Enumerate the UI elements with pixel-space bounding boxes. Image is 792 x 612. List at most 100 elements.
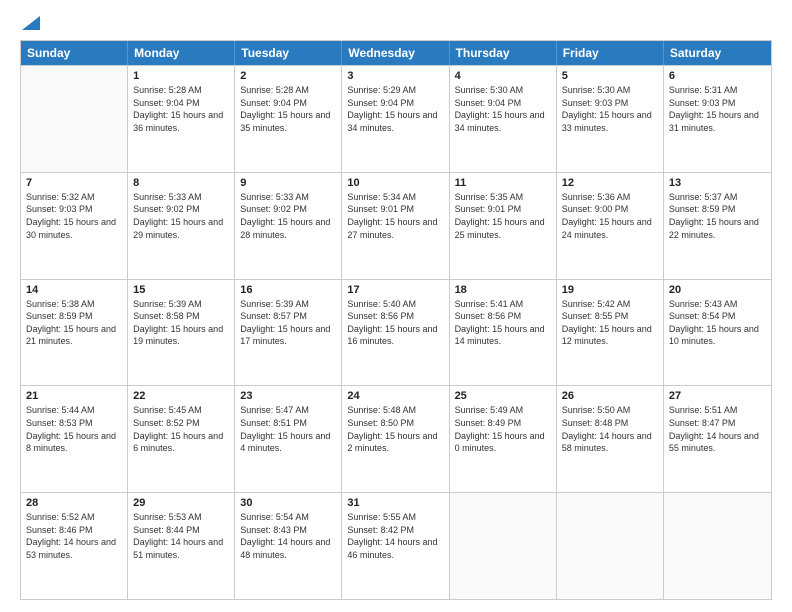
day-number: 18 — [455, 284, 551, 296]
day-number: 14 — [26, 284, 122, 296]
day-info: Sunrise: 5:37 AMSunset: 8:59 PMDaylight:… — [669, 191, 766, 241]
calendar-body: 1 Sunrise: 5:28 AMSunset: 9:04 PMDaylight… — [21, 65, 771, 599]
calendar-cell: 26 Sunrise: 5:50 AMSunset: 8:48 PMDayligh… — [557, 386, 664, 492]
page: SundayMondayTuesdayWednesdayThursdayFrid… — [0, 0, 792, 612]
day-number: 19 — [562, 284, 658, 296]
day-info: Sunrise: 5:50 AMSunset: 8:48 PMDaylight:… — [562, 404, 658, 454]
day-info: Sunrise: 5:30 AMSunset: 9:03 PMDaylight:… — [562, 84, 658, 134]
day-number: 4 — [455, 70, 551, 82]
day-number: 11 — [455, 177, 551, 189]
calendar-cell: 30Sunrise: 5:54 AMSunset: 8:43 PMDayligh… — [235, 493, 342, 599]
day-number: 17 — [347, 284, 443, 296]
day-info: Sunrise: 5:29 AMSunset: 9:04 PMDaylight:… — [347, 84, 443, 134]
day-info: Sunrise: 5:36 AMSunset: 9:00 PMDaylight:… — [562, 191, 658, 241]
calendar-cell: 28 Sunrise: 5:52 AMSunset: 8:46 PMDayligh… — [21, 493, 128, 599]
day-info: Sunrise: 5:31 AMSunset: 9:03 PMDaylight:… — [669, 84, 766, 134]
day-info: Sunrise: 5:44 AMSunset: 8:53 PMDaylight:… — [26, 404, 122, 454]
calendar-cell: 2Sunrise: 5:28 AMSunset: 9:04 PMDaylight… — [235, 66, 342, 172]
calendar-cell: 14 Sunrise: 5:38 AMSunset: 8:59 PMDayligh… — [21, 280, 128, 386]
calendar-cell: 3 Sunrise: 5:29 AMSunset: 9:04 PMDaylight… — [342, 66, 449, 172]
day-info: Sunrise: 5:52 AMSunset: 8:46 PMDaylight:… — [26, 511, 122, 561]
day-number: 3 — [347, 70, 443, 82]
calendar-cell: 19 Sunrise: 5:42 AMSunset: 8:55 PMDayligh… — [557, 280, 664, 386]
calendar-cell: 9 Sunrise: 5:33 AMSunset: 9:02 PMDaylight… — [235, 173, 342, 279]
calendar-cell: 11 Sunrise: 5:35 AMSunset: 9:01 PMDayligh… — [450, 173, 557, 279]
day-info: Sunrise: 5:43 AMSunset: 8:54 PMDaylight:… — [669, 298, 766, 348]
day-info: Sunrise: 5:40 AMSunset: 8:56 PMDaylight:… — [347, 298, 443, 348]
calendar-cell — [664, 493, 771, 599]
day-number: 1 — [133, 70, 229, 82]
day-info: Sunrise: 5:55 AMSunset: 8:42 PMDaylight:… — [347, 511, 443, 561]
calendar-week-1: 1 Sunrise: 5:28 AMSunset: 9:04 PMDaylight… — [21, 65, 771, 172]
day-info: Sunrise: 5:51 AMSunset: 8:47 PMDaylight:… — [669, 404, 766, 454]
day-number: 15 — [133, 284, 229, 296]
header-day-monday: Monday — [128, 41, 235, 65]
calendar-week-3: 14 Sunrise: 5:38 AMSunset: 8:59 PMDayligh… — [21, 279, 771, 386]
day-number: 13 — [669, 177, 766, 189]
day-info: Sunrise: 5:49 AMSunset: 8:49 PMDaylight:… — [455, 404, 551, 454]
day-number: 27 — [669, 390, 766, 402]
calendar-cell: 10 Sunrise: 5:34 AMSunset: 9:01 PMDayligh… — [342, 173, 449, 279]
day-number: 12 — [562, 177, 658, 189]
day-info: Sunrise: 5:47 AMSunset: 8:51 PMDaylight:… — [240, 404, 336, 454]
calendar-cell: 29Sunrise: 5:53 AMSunset: 8:44 PMDayligh… — [128, 493, 235, 599]
calendar-cell: 5 Sunrise: 5:30 AMSunset: 9:03 PMDaylight… — [557, 66, 664, 172]
calendar-cell: 15 Sunrise: 5:39 AMSunset: 8:58 PMDayligh… — [128, 280, 235, 386]
day-number: 10 — [347, 177, 443, 189]
calendar-cell: 6 Sunrise: 5:31 AMSunset: 9:03 PMDaylight… — [664, 66, 771, 172]
calendar-week-2: 7Sunrise: 5:32 AMSunset: 9:03 PMDaylight… — [21, 172, 771, 279]
day-info: Sunrise: 5:33 AMSunset: 9:02 PMDaylight:… — [133, 191, 229, 241]
calendar-cell: 7Sunrise: 5:32 AMSunset: 9:03 PMDaylight… — [21, 173, 128, 279]
logo-icon — [22, 16, 40, 30]
calendar-week-4: 21 Sunrise: 5:44 AMSunset: 8:53 PMDayligh… — [21, 385, 771, 492]
calendar: SundayMondayTuesdayWednesdayThursdayFrid… — [20, 40, 772, 600]
calendar-cell: 4 Sunrise: 5:30 AMSunset: 9:04 PMDaylight… — [450, 66, 557, 172]
calendar-cell: 13 Sunrise: 5:37 AMSunset: 8:59 PMDayligh… — [664, 173, 771, 279]
day-info: Sunrise: 5:30 AMSunset: 9:04 PMDaylight:… — [455, 84, 551, 134]
day-info: Sunrise: 5:32 AMSunset: 9:03 PMDaylight:… — [26, 191, 122, 241]
calendar-week-5: 28 Sunrise: 5:52 AMSunset: 8:46 PMDayligh… — [21, 492, 771, 599]
day-number: 16 — [240, 284, 336, 296]
calendar-cell: 20Sunrise: 5:43 AMSunset: 8:54 PMDayligh… — [664, 280, 771, 386]
day-number: 22 — [133, 390, 229, 402]
header-day-wednesday: Wednesday — [342, 41, 449, 65]
calendar-cell: 25 Sunrise: 5:49 AMSunset: 8:49 PMDayligh… — [450, 386, 557, 492]
day-number: 26 — [562, 390, 658, 402]
day-number: 9 — [240, 177, 336, 189]
header-day-sunday: Sunday — [21, 41, 128, 65]
calendar-header: SundayMondayTuesdayWednesdayThursdayFrid… — [21, 41, 771, 65]
day-number: 25 — [455, 390, 551, 402]
calendar-cell: 24Sunrise: 5:48 AMSunset: 8:50 PMDayligh… — [342, 386, 449, 492]
header-day-friday: Friday — [557, 41, 664, 65]
day-number: 24 — [347, 390, 443, 402]
calendar-cell: 23 Sunrise: 5:47 AMSunset: 8:51 PMDayligh… — [235, 386, 342, 492]
day-info: Sunrise: 5:28 AMSunset: 9:04 PMDaylight:… — [240, 84, 336, 134]
day-info: Sunrise: 5:39 AMSunset: 8:57 PMDaylight:… — [240, 298, 336, 348]
day-number: 23 — [240, 390, 336, 402]
calendar-cell: 18 Sunrise: 5:41 AMSunset: 8:56 PMDayligh… — [450, 280, 557, 386]
calendar-cell: 12 Sunrise: 5:36 AMSunset: 9:00 PMDayligh… — [557, 173, 664, 279]
calendar-cell — [557, 493, 664, 599]
calendar-cell: 16 Sunrise: 5:39 AMSunset: 8:57 PMDayligh… — [235, 280, 342, 386]
day-info: Sunrise: 5:33 AMSunset: 9:02 PMDaylight:… — [240, 191, 336, 241]
logo — [20, 16, 40, 30]
header — [20, 16, 772, 30]
day-info: Sunrise: 5:42 AMSunset: 8:55 PMDaylight:… — [562, 298, 658, 348]
day-info: Sunrise: 5:28 AMSunset: 9:04 PMDaylight:… — [133, 84, 229, 134]
day-number: 28 — [26, 497, 122, 509]
day-number: 29 — [133, 497, 229, 509]
day-number: 5 — [562, 70, 658, 82]
day-info: Sunrise: 5:39 AMSunset: 8:58 PMDaylight:… — [133, 298, 229, 348]
day-info: Sunrise: 5:41 AMSunset: 8:56 PMDaylight:… — [455, 298, 551, 348]
calendar-cell — [21, 66, 128, 172]
day-info: Sunrise: 5:38 AMSunset: 8:59 PMDaylight:… — [26, 298, 122, 348]
calendar-cell: 31 Sunrise: 5:55 AMSunset: 8:42 PMDayligh… — [342, 493, 449, 599]
day-number: 21 — [26, 390, 122, 402]
day-info: Sunrise: 5:35 AMSunset: 9:01 PMDaylight:… — [455, 191, 551, 241]
day-info: Sunrise: 5:34 AMSunset: 9:01 PMDaylight:… — [347, 191, 443, 241]
day-number: 6 — [669, 70, 766, 82]
day-info: Sunrise: 5:54 AMSunset: 8:43 PMDaylight:… — [240, 511, 336, 561]
day-number: 31 — [347, 497, 443, 509]
calendar-cell — [450, 493, 557, 599]
day-info: Sunrise: 5:45 AMSunset: 8:52 PMDaylight:… — [133, 404, 229, 454]
